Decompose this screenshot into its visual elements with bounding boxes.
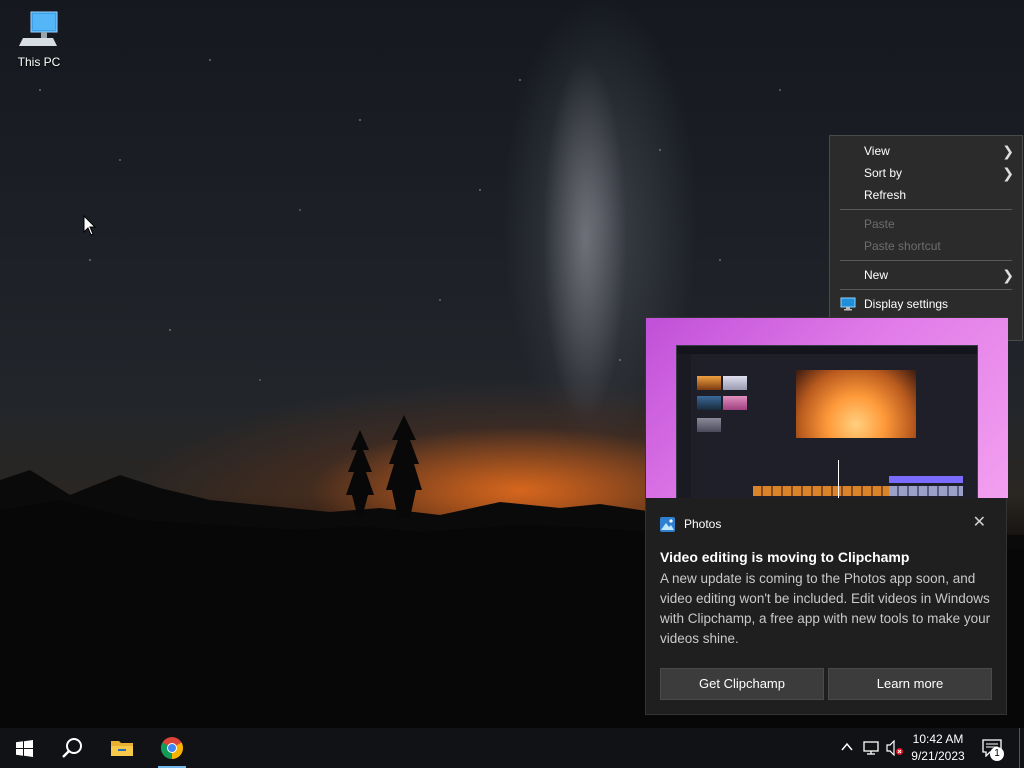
mouse-cursor <box>83 215 97 236</box>
action-center-button[interactable]: 1 <box>980 738 1004 761</box>
toast-hero-image <box>646 318 1008 498</box>
notification-badge: 1 <box>990 747 1004 761</box>
chevron-right-icon: ❯ <box>1002 143 1014 159</box>
file-explorer-button[interactable] <box>98 728 146 768</box>
file-explorer-icon <box>111 741 133 756</box>
search-button[interactable] <box>48 728 96 768</box>
menu-item-label: Paste shortcut <box>864 239 941 253</box>
desktop-context-menu: View ❯ Sort by ❯ Refresh Paste Paste sho… <box>829 135 1023 341</box>
menu-item-paste-shortcut: Paste shortcut <box>830 235 1022 257</box>
clock-time: 10:42 AM <box>912 732 964 746</box>
menu-item-display-settings[interactable]: Display settings <box>830 293 1022 315</box>
toast-app-header: Photos <box>660 515 721 533</box>
menu-separator <box>840 289 1012 290</box>
get-clipchamp-button[interactable]: Get Clipchamp <box>660 668 824 700</box>
close-icon[interactable]: ✕ <box>973 514 986 532</box>
chevron-right-icon: ❯ <box>1002 267 1014 283</box>
menu-item-label: Refresh <box>864 188 907 202</box>
taskbar: 10:42 AM 9/21/2023 1 <box>0 728 1024 768</box>
menu-item-sort-by[interactable]: Sort by ❯ <box>830 162 1022 184</box>
menu-item-label: New <box>864 268 889 282</box>
chevron-right-icon: ❯ <box>1002 165 1014 181</box>
menu-item-paste: Paste <box>830 213 1022 235</box>
menu-item-label: View <box>864 144 890 158</box>
toast-app-name: Photos <box>684 517 722 531</box>
taskbar-clock[interactable]: 10:42 AM 9/21/2023 <box>905 731 971 765</box>
learn-more-button[interactable]: Learn more <box>828 668 992 700</box>
menu-item-view[interactable]: View ❯ <box>830 140 1022 162</box>
search-icon <box>62 738 82 758</box>
volume-muted-icon[interactable] <box>886 740 904 756</box>
show-desktop-button[interactable] <box>1019 728 1024 768</box>
clock-date: 9/21/2023 <box>911 749 965 763</box>
computer-icon <box>19 11 58 46</box>
windows-start-icon <box>15 739 33 757</box>
network-icon[interactable] <box>862 740 880 756</box>
menu-separator <box>840 209 1012 210</box>
menu-item-label: Sort by <box>864 166 903 180</box>
chrome-icon <box>161 737 183 759</box>
display-icon <box>840 297 856 311</box>
toast-title: Video editing is moving to Clipchamp <box>660 549 910 565</box>
menu-item-new[interactable]: New ❯ <box>830 264 1022 286</box>
photos-app-icon <box>660 516 675 532</box>
clipchamp-app-preview <box>676 345 978 498</box>
chevron-up-icon[interactable] <box>840 740 854 754</box>
menu-item-label: Paste <box>864 217 895 231</box>
desktop-icon-this-pc[interactable]: This PC <box>10 8 68 69</box>
chrome-button[interactable] <box>148 728 196 768</box>
menu-separator <box>840 260 1012 261</box>
start-button[interactable] <box>0 728 48 768</box>
menu-item-label: Display settings <box>864 297 949 311</box>
toast-body: A new update is coming to the Photos app… <box>660 571 991 646</box>
toast-notification[interactable]: Photos ✕ Video editing is moving to Clip… <box>645 317 1008 715</box>
desktop-icon-label: This PC <box>17 55 61 69</box>
menu-item-refresh[interactable]: Refresh <box>830 184 1022 206</box>
